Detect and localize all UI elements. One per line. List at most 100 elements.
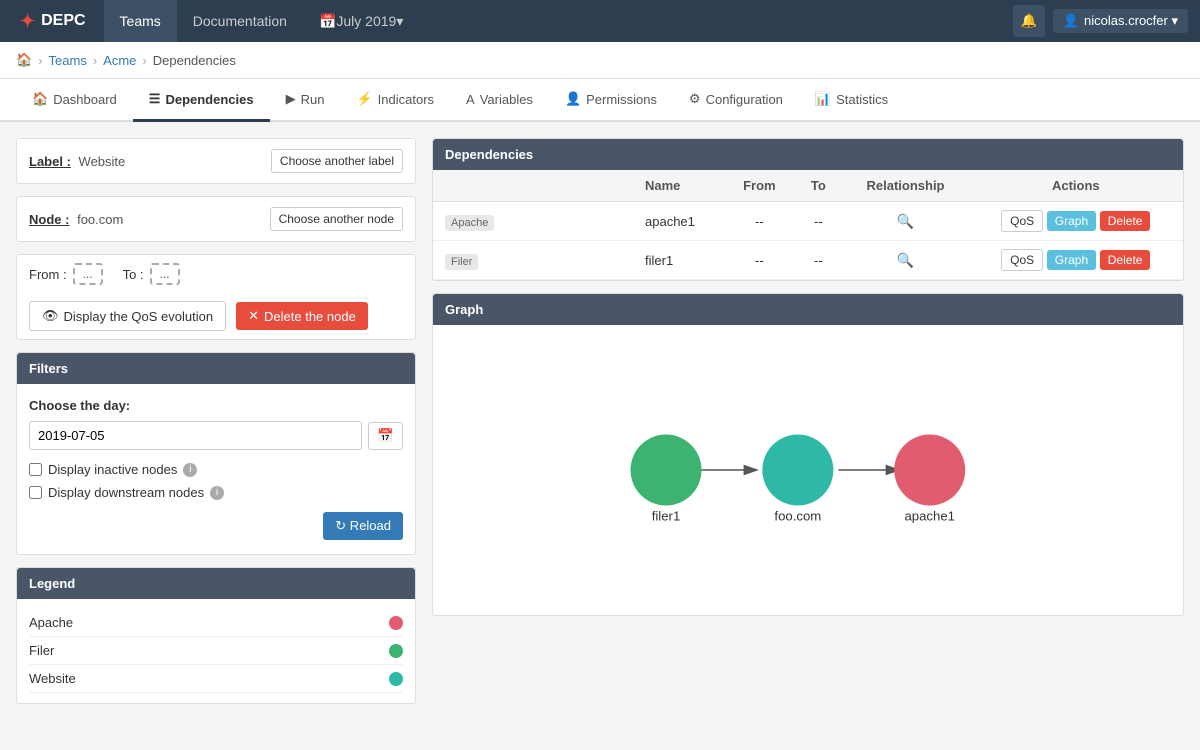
legend-item-dot — [389, 672, 403, 686]
breadcrumb-teams[interactable]: Teams — [49, 53, 87, 68]
tab-variables[interactable]: A Variables — [450, 80, 549, 122]
dependencies-icon: ☰ — [149, 91, 161, 107]
inactive-nodes-checkbox[interactable] — [29, 463, 42, 476]
tab-dependencies[interactable]: ☰ Dependencies — [133, 79, 270, 122]
tab-bar: 🏠 Dashboard ☰ Dependencies ▶ Run ⚡ Indic… — [0, 79, 1200, 122]
qos-button[interactable]: QoS — [1001, 249, 1043, 271]
nav-item-july2019[interactable]: 📅 July 2019 ▾ — [303, 0, 419, 42]
tab-indicators[interactable]: ⚡ Indicators — [340, 79, 450, 122]
node-filer1-label: filer1 — [652, 509, 681, 524]
date-input[interactable] — [29, 421, 362, 450]
delete-button[interactable]: Delete — [1100, 250, 1151, 270]
col-to: To — [794, 170, 842, 202]
dependencies-header: Dependencies — [433, 139, 1183, 170]
legend-panel: Legend Apache Filer Website — [16, 567, 416, 704]
navbar: ✦ DEPC Teams Documentation 📅 July 2019 ▾… — [0, 0, 1200, 42]
relationship-zoom-button[interactable]: 🔍 — [897, 252, 914, 269]
display-qos-button[interactable]: 👁 Display the QoS evolution — [29, 301, 226, 331]
graph-header: Graph — [433, 294, 1183, 325]
table-head: Name From To Relationship Actions — [433, 170, 1183, 202]
breadcrumb-acme[interactable]: Acme — [103, 53, 136, 68]
dependencies-table: Name From To Relationship Actions Apache… — [433, 170, 1183, 280]
from-label: From : — [29, 267, 67, 282]
node-text: Node : foo.com — [29, 212, 123, 227]
from-button[interactable]: ... — [73, 263, 103, 285]
col-name — [433, 170, 633, 202]
nav-july-label: July 2019 — [336, 13, 396, 29]
breadcrumb: 🏠 › Teams › Acme › Dependencies — [0, 42, 1200, 79]
downstream-nodes-checkbox[interactable] — [29, 486, 42, 499]
tab-statistics[interactable]: 📊 Statistics — [799, 79, 904, 122]
delete-node-button[interactable]: ✕ Delete the node — [236, 302, 368, 330]
label-value: Website — [79, 154, 126, 169]
inactive-info-icon[interactable]: i — [183, 463, 197, 477]
tab-run[interactable]: ▶ Run — [270, 79, 341, 122]
legend-item-dot — [389, 616, 403, 630]
col-from: From — [724, 170, 794, 202]
user-menu-button[interactable]: 👤 nicolas.crocfer ▾ — [1053, 9, 1188, 33]
notification-button[interactable]: 🔔 — [1013, 5, 1045, 37]
calendar-icon: 📅 — [319, 13, 336, 30]
filters-body: Choose the day: 📅 Display inactive nodes… — [17, 384, 415, 554]
tab-configuration[interactable]: ⚙ Configuration — [673, 79, 799, 122]
home-icon[interactable]: 🏠 — [16, 52, 32, 68]
inactive-nodes-row: Display inactive nodes i — [29, 462, 403, 477]
qos-button[interactable]: QoS — [1001, 210, 1043, 232]
to-item: To : ... — [123, 263, 180, 285]
from-to-row: From : ... To : ... — [17, 255, 415, 293]
tab-permissions[interactable]: 👤 Permissions — [549, 79, 673, 122]
reload-row: ↻ Reload — [29, 512, 403, 540]
row-to: -- — [794, 241, 842, 280]
variables-icon: A — [466, 92, 475, 107]
table-header-row: Name From To Relationship Actions — [433, 170, 1183, 202]
graph-body: filer1 foo.com apache1 — [433, 325, 1183, 615]
label-card: Label : Website Choose another label — [16, 138, 416, 184]
nav-item-teams[interactable]: Teams — [104, 0, 177, 42]
breadcrumb-sep-2: › — [93, 53, 97, 68]
node-filer1[interactable] — [631, 435, 702, 506]
row-actions: QoS Graph Delete — [969, 202, 1183, 241]
downstream-info-icon[interactable]: i — [210, 486, 224, 500]
legend-item: Apache — [29, 609, 403, 637]
inactive-nodes-label: Display inactive nodes — [48, 462, 177, 477]
tab-dashboard[interactable]: 🏠 Dashboard — [16, 79, 133, 122]
calendar-button[interactable]: 📅 — [368, 422, 403, 450]
type-badge: Filer — [445, 254, 478, 270]
row-name: apache1 — [633, 202, 724, 241]
navbar-right: 🔔 👤 nicolas.crocfer ▾ — [1013, 5, 1188, 37]
row-from: -- — [724, 202, 794, 241]
user-icon: 👤 — [1063, 13, 1079, 29]
table-body: Apache apache1 -- -- 🔍 QoS Graph Delete … — [433, 202, 1183, 280]
reload-button[interactable]: ↻ Reload — [323, 512, 403, 540]
graph-button[interactable]: Graph — [1047, 211, 1096, 231]
graph-svg: filer1 foo.com apache1 — [453, 345, 1163, 595]
brand: ✦ DEPC — [12, 11, 94, 32]
row-relationship: 🔍 — [842, 202, 968, 241]
bell-icon: 🔔 — [1021, 13, 1038, 29]
breadcrumb-sep-1: › — [38, 53, 42, 68]
username-label: nicolas.crocfer ▾ — [1084, 13, 1178, 29]
table-row: Filer filer1 -- -- 🔍 QoS Graph Delete — [433, 241, 1183, 280]
relationship-zoom-button[interactable]: 🔍 — [897, 213, 914, 230]
node-apache1[interactable] — [894, 435, 965, 506]
node-foocom-label: foo.com — [774, 509, 821, 524]
filters-panel: Filters Choose the day: 📅 Display inacti… — [16, 352, 416, 555]
row-actions: QoS Graph Delete — [969, 241, 1183, 280]
legend-header: Legend — [17, 568, 415, 599]
brand-name: DEPC — [41, 12, 85, 30]
table-row: Apache apache1 -- -- 🔍 QoS Graph Delete — [433, 202, 1183, 241]
node-foocom[interactable] — [762, 435, 833, 506]
choose-node-button[interactable]: Choose another node — [270, 207, 403, 231]
delete-button[interactable]: Delete — [1100, 211, 1151, 231]
breadcrumb-dependencies: Dependencies — [153, 53, 236, 68]
to-button[interactable]: ... — [150, 263, 180, 285]
legend-item: Filer — [29, 637, 403, 665]
eye-icon: 👁 — [42, 308, 59, 324]
calendar-icon-filter: 📅 — [377, 428, 394, 443]
graph-button[interactable]: Graph — [1047, 250, 1096, 270]
nav-item-documentation[interactable]: Documentation — [177, 0, 303, 42]
node-prefix: Node : — [29, 212, 69, 227]
row-type: Apache — [433, 202, 633, 241]
run-icon: ▶ — [286, 91, 296, 107]
choose-label-button[interactable]: Choose another label — [271, 149, 403, 173]
